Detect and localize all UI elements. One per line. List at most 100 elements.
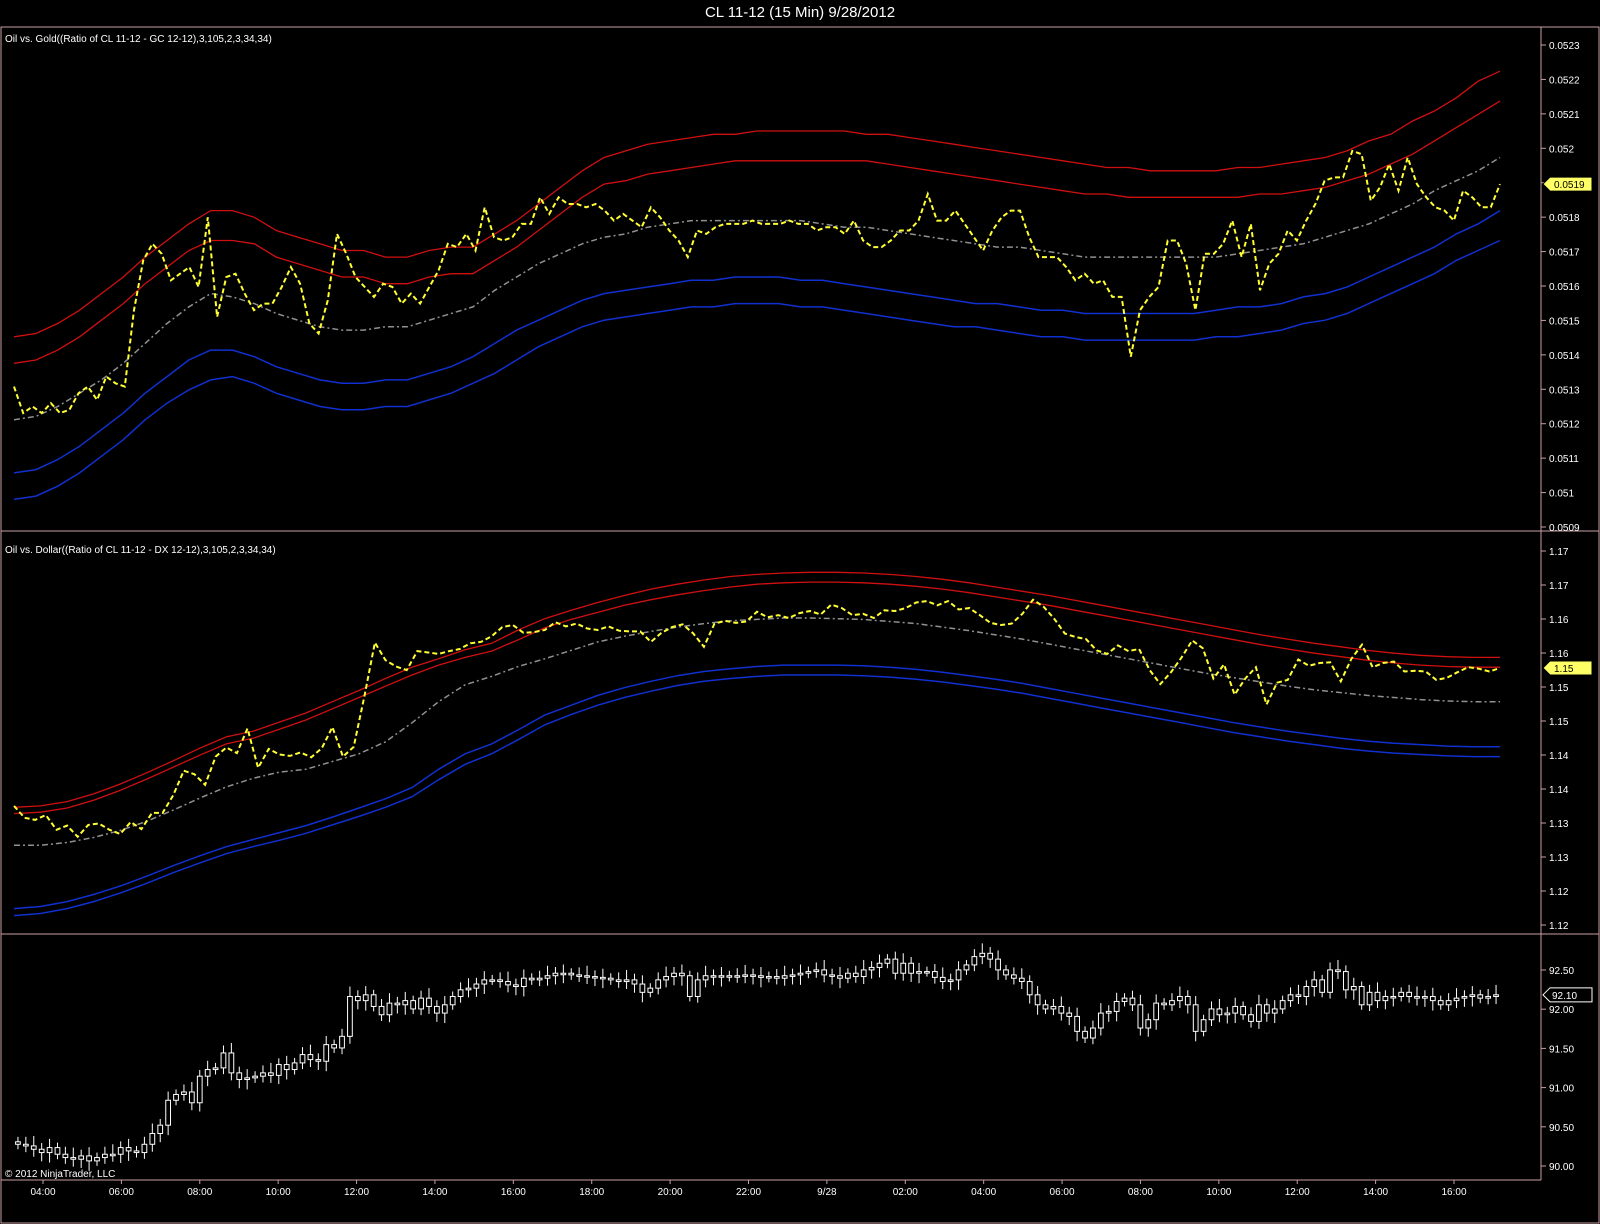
- candle-body: [623, 979, 630, 983]
- candle: [647, 983, 654, 998]
- candle-body: [845, 972, 851, 979]
- candle: [1216, 998, 1223, 1023]
- candle-body: [584, 975, 590, 978]
- candle-body: [1398, 991, 1405, 997]
- candle: [576, 967, 583, 982]
- candle-body: [1429, 995, 1436, 1002]
- candle: [805, 966, 812, 979]
- candle: [386, 993, 393, 1023]
- candle-body: [1216, 1008, 1223, 1016]
- candle: [102, 1146, 108, 1164]
- candle-body: [283, 1064, 290, 1071]
- candle-body: [1461, 995, 1468, 999]
- candle: [323, 1035, 330, 1072]
- candle-body: [30, 1145, 37, 1150]
- candle-body: [410, 1000, 417, 1010]
- y-tick-label: 1.17: [1549, 581, 1569, 592]
- candle-body: [655, 979, 662, 989]
- candle: [394, 996, 401, 1014]
- candle: [473, 977, 480, 997]
- candle-body: [758, 975, 764, 978]
- candle: [1137, 994, 1144, 1036]
- y-tick-label: 0.0521: [1549, 110, 1580, 121]
- candle-body: [837, 975, 843, 979]
- y-tick-label: 1.14: [1549, 751, 1569, 762]
- x-tick-label: 10:00: [1206, 1187, 1231, 1198]
- candle-body: [323, 1044, 330, 1062]
- candle: [1295, 984, 1302, 1004]
- candle-body: [181, 1091, 187, 1095]
- candle-body: [78, 1155, 85, 1160]
- candle: [78, 1149, 85, 1168]
- candle: [837, 967, 843, 989]
- candle: [1066, 1006, 1073, 1026]
- candle-body: [1414, 995, 1420, 999]
- candle: [1018, 968, 1025, 990]
- candle-body: [900, 962, 907, 974]
- candle-body: [46, 1147, 53, 1154]
- chart-canvas[interactable]: Oil vs. Gold((Ratio of CL 11-12 - GC 12-…: [0, 0, 1600, 1224]
- candle-body: [1200, 1019, 1207, 1032]
- candle: [204, 1060, 211, 1087]
- candle-body: [441, 1004, 448, 1014]
- y-tick-label: 0.052: [1549, 144, 1574, 155]
- y-tick-label: 0.0514: [1549, 351, 1580, 362]
- x-tick-label: 12:00: [1285, 1187, 1310, 1198]
- candle-body: [22, 1143, 29, 1147]
- candle-body: [54, 1147, 61, 1155]
- candle-body: [1406, 991, 1412, 997]
- candle: [1224, 1006, 1231, 1024]
- candle-body: [520, 977, 527, 988]
- candle: [426, 988, 432, 1014]
- candle-body: [1105, 1010, 1112, 1014]
- candle-body: [173, 1093, 179, 1101]
- candle-body: [1493, 994, 1499, 997]
- band-upper-outer: [13, 571, 1500, 808]
- candle: [1303, 980, 1310, 1006]
- candle-body: [639, 983, 646, 993]
- candle-body: [362, 994, 369, 1002]
- candle: [275, 1058, 282, 1085]
- panel-oil-vs-dollar: [13, 571, 1501, 917]
- band-upper-outer: [13, 70, 1501, 338]
- x-tick-label: 10:00: [266, 1187, 291, 1198]
- y-tick-label: 90.50: [1549, 1123, 1574, 1134]
- candle: [773, 969, 780, 985]
- candle-body: [995, 958, 1001, 971]
- chart-frame: [0, 26, 1600, 1224]
- candle: [639, 975, 646, 1003]
- candle-body: [924, 971, 930, 974]
- candle-body: [196, 1075, 203, 1104]
- candle: [931, 964, 938, 984]
- last-value-label: 1.15: [1554, 664, 1574, 675]
- y-tick-label: 0.0518: [1549, 213, 1580, 224]
- candle-body: [552, 972, 559, 977]
- candle: [228, 1042, 235, 1081]
- candle-body: [955, 969, 962, 981]
- candle-body: [1469, 994, 1476, 997]
- ratio-line: [13, 149, 1501, 415]
- candle-body: [1161, 1002, 1167, 1006]
- candle-body: [821, 969, 828, 976]
- y-tick-label: 0.0523: [1549, 41, 1580, 52]
- candle: [1398, 987, 1405, 1002]
- candle-body: [1390, 995, 1397, 999]
- y-tick-label: 92.00: [1549, 1005, 1574, 1016]
- candle: [1335, 959, 1341, 980]
- y-tick-label: 1.13: [1549, 853, 1569, 864]
- candle: [1145, 1013, 1152, 1037]
- candle: [1058, 996, 1065, 1021]
- candle: [418, 990, 424, 1016]
- candle: [54, 1142, 61, 1160]
- candle-body: [1437, 1000, 1444, 1006]
- candle-body: [726, 975, 733, 978]
- x-tick-label: 22:00: [736, 1187, 761, 1198]
- candle-body: [426, 997, 432, 1007]
- candle-body: [813, 969, 820, 973]
- y-tick-label: 1.15: [1549, 683, 1569, 694]
- candle: [449, 991, 456, 1010]
- candle: [663, 966, 669, 988]
- candle-body: [386, 1002, 393, 1016]
- y-tick-label: 1.15: [1549, 717, 1569, 728]
- y-tick-label: 1.17: [1549, 547, 1569, 558]
